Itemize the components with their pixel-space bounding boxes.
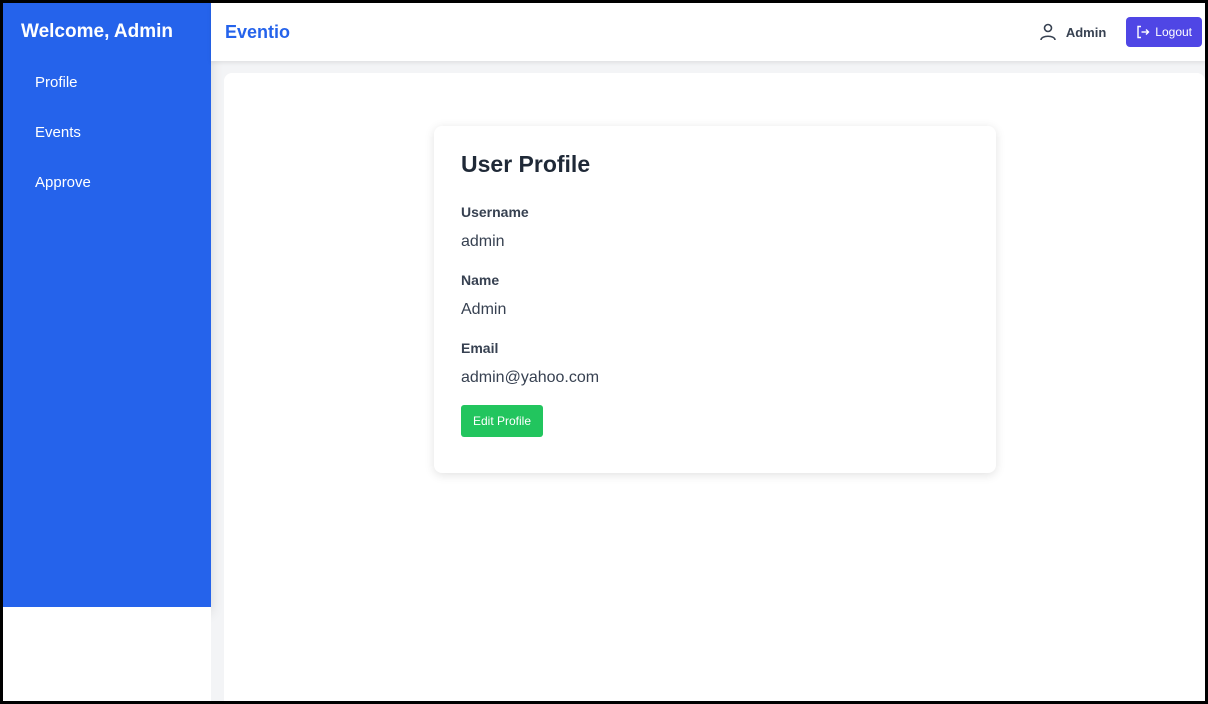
email-value: admin@yahoo.com <box>461 369 600 386</box>
sidebar-footer-area <box>3 607 211 701</box>
top-bar: Eventio Admin Logout <box>211 3 1205 61</box>
sidebar-item-approve[interactable]: Approve <box>3 158 211 208</box>
logout-button[interactable]: Logout <box>1126 17 1202 47</box>
user-icon <box>1038 22 1058 42</box>
logout-icon <box>1136 25 1150 39</box>
sidebar-title: Welcome, Admin <box>21 21 174 42</box>
username-value: admin <box>461 233 505 250</box>
app-window: Welcome, Admin Profile Events Approve Ev… <box>3 3 1205 701</box>
name-label: Name <box>461 272 500 288</box>
email-label: Email <box>461 340 499 356</box>
main-content: User Profile Username admin Name Admin E… <box>224 73 1205 701</box>
profile-card: User Profile Username admin Name Admin E… <box>434 126 996 473</box>
user-menu: Admin Logout <box>1038 17 1202 47</box>
logout-label: Logout <box>1155 25 1192 39</box>
username-label: Username <box>461 204 529 220</box>
sidebar-item-profile[interactable]: Profile <box>3 58 211 108</box>
user-name: Admin <box>1065 24 1107 40</box>
sidebar: Welcome, Admin Profile Events Approve <box>3 3 211 607</box>
name-value: Admin <box>461 301 507 318</box>
sidebar-item-events[interactable]: Events <box>3 108 211 158</box>
edit-profile-button[interactable]: Edit Profile <box>461 405 544 437</box>
brand-logo[interactable]: Eventio <box>225 22 290 43</box>
sidebar-nav: Profile Events Approve <box>3 58 211 208</box>
page-title: User Profile <box>461 151 591 177</box>
